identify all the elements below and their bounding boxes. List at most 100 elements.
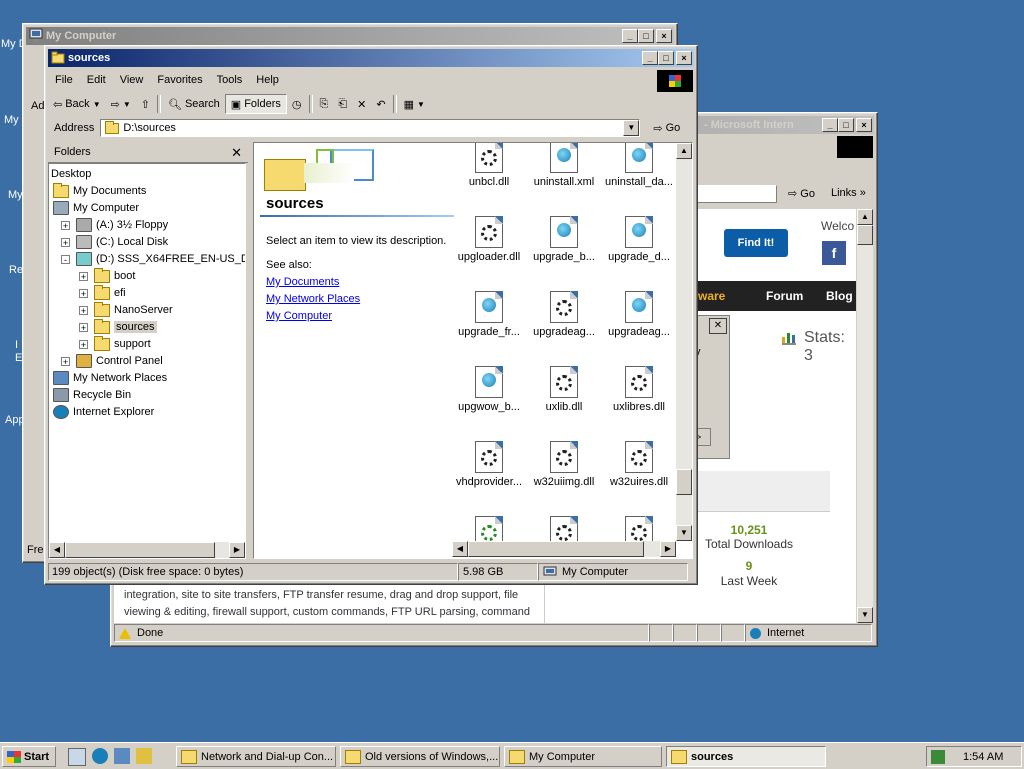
up-folder-button[interactable]: ⇧ bbox=[136, 94, 155, 114]
find-it-button[interactable]: Find It! bbox=[724, 229, 788, 257]
nav-forum[interactable]: Forum bbox=[766, 289, 803, 303]
expand-icon[interactable]: + bbox=[79, 271, 88, 281]
tree-item[interactable]: + efi bbox=[79, 284, 126, 301]
chevron-down-icon[interactable]: ▼ bbox=[93, 100, 101, 109]
file-name[interactable]: upgradeag... bbox=[599, 326, 674, 338]
expand-icon[interactable]: + bbox=[79, 322, 88, 332]
dll-file-icon[interactable] bbox=[475, 441, 503, 473]
dll-file-icon[interactable] bbox=[625, 441, 653, 473]
taskbar-button[interactable]: Network and Dial-up Con... bbox=[176, 746, 336, 767]
show-desktop-icon[interactable] bbox=[68, 748, 86, 766]
scroll-down-button[interactable]: ▼ bbox=[857, 607, 873, 623]
tree-item[interactable]: + boot bbox=[79, 267, 135, 284]
scroll-right-button[interactable]: ▶ bbox=[660, 541, 676, 557]
ie-address-dropdown[interactable] bbox=[697, 185, 777, 203]
copy-to-button[interactable]: ⎗ bbox=[333, 94, 352, 114]
dll-file-icon[interactable] bbox=[550, 441, 578, 473]
tree-item[interactable]: Internet Explorer bbox=[53, 404, 154, 420]
close-button[interactable]: × bbox=[676, 51, 692, 65]
xml-file-icon[interactable] bbox=[550, 216, 578, 248]
tree-item[interactable]: + support bbox=[79, 335, 151, 352]
file-name[interactable]: uxlibres.dll bbox=[599, 401, 674, 413]
desktop-icon-label[interactable]: My bbox=[4, 114, 19, 126]
expand-icon[interactable]: + bbox=[61, 237, 70, 247]
file-name[interactable]: uninstall.xml bbox=[524, 176, 604, 188]
file-name[interactable]: upgrade_fr... bbox=[452, 326, 529, 338]
search-button[interactable]: 🔍︎ Search bbox=[163, 94, 225, 114]
tree-item[interactable]: + sources bbox=[79, 318, 157, 335]
ie-go-button[interactable]: ⇨ Go bbox=[788, 187, 815, 200]
content-horizontal-scrollbar[interactable]: ◀ ▶ bbox=[452, 541, 676, 557]
tree-item[interactable]: + NanoServer bbox=[79, 301, 173, 318]
desktop-icon-label[interactable]: I bbox=[15, 339, 18, 351]
move-to-button[interactable]: ⎘ bbox=[315, 94, 334, 114]
popup-close-icon[interactable]: ✕ bbox=[709, 318, 727, 334]
scroll-thumb[interactable] bbox=[468, 541, 644, 557]
tree-item[interactable]: + (A:) 3½ Floppy bbox=[61, 217, 168, 233]
menu-favorites[interactable]: Favorites bbox=[150, 74, 209, 86]
scroll-right-button[interactable]: ▶ bbox=[229, 542, 245, 558]
menu-help[interactable]: Help bbox=[249, 74, 286, 86]
close-icon[interactable]: ✕ bbox=[231, 145, 242, 161]
expand-icon[interactable]: + bbox=[79, 305, 88, 315]
tree-item[interactable]: + Control Panel bbox=[61, 353, 163, 369]
chevron-down-icon[interactable]: ▼ bbox=[123, 100, 131, 109]
nav-software[interactable]: tware bbox=[694, 289, 725, 303]
chevron-down-icon[interactable]: ▼ bbox=[417, 100, 425, 109]
scroll-up-button[interactable]: ▲ bbox=[676, 143, 692, 159]
file-name[interactable]: unbcl.dll bbox=[452, 176, 529, 188]
menu-view[interactable]: View bbox=[113, 74, 151, 86]
minimize-button[interactable]: _ bbox=[822, 118, 838, 132]
tree-item[interactable]: Desktop bbox=[51, 166, 91, 182]
link-my-computer[interactable]: My Computer bbox=[266, 310, 332, 322]
sources-title-bar[interactable]: sources _ □ × bbox=[48, 49, 694, 67]
close-button[interactable]: × bbox=[856, 118, 872, 132]
file-name[interactable]: vhdprovider... bbox=[452, 476, 529, 488]
xml-file-icon[interactable] bbox=[550, 143, 578, 173]
scroll-up-button[interactable]: ▲ bbox=[857, 209, 873, 225]
undo-button[interactable]: ↶ bbox=[371, 94, 390, 114]
start-button[interactable]: Start bbox=[2, 746, 56, 767]
dll-file-icon[interactable] bbox=[550, 516, 578, 541]
dll-file-icon[interactable] bbox=[625, 366, 653, 398]
folder-content-pane[interactable]: sources Select an item to view its descr… bbox=[253, 142, 693, 559]
back-button[interactable]: ⇦ Back ▼ bbox=[48, 94, 106, 114]
outlook-icon[interactable] bbox=[114, 748, 130, 764]
tree-item[interactable]: My Network Places bbox=[53, 370, 167, 386]
tree-item[interactable]: Recycle Bin bbox=[53, 387, 131, 403]
delete-button[interactable]: ✕ bbox=[352, 94, 371, 114]
minimize-button[interactable]: _ bbox=[622, 29, 638, 43]
menu-edit[interactable]: Edit bbox=[80, 74, 113, 86]
dll-file-icon[interactable] bbox=[550, 291, 578, 323]
scroll-down-button[interactable]: ▼ bbox=[676, 525, 692, 541]
expand-icon[interactable]: + bbox=[61, 220, 70, 230]
link-my-documents[interactable]: My Documents bbox=[266, 276, 339, 288]
address-dropdown-button[interactable]: ▼ bbox=[623, 120, 640, 136]
scroll-thumb[interactable] bbox=[65, 542, 215, 558]
scroll-left-button[interactable]: ◀ bbox=[452, 541, 468, 557]
taskbar-button[interactable]: Old versions of Windows,... bbox=[340, 746, 500, 767]
xml-file-icon[interactable] bbox=[475, 366, 503, 398]
folders-button[interactable]: ▣ Folders bbox=[224, 94, 287, 114]
expand-icon[interactable]: + bbox=[79, 339, 88, 349]
file-name[interactable]: upgloader.dll bbox=[452, 251, 529, 263]
desktop-icon-label[interactable]: My bbox=[8, 189, 23, 201]
facebook-icon[interactable]: f bbox=[822, 241, 846, 265]
dll-file-icon[interactable] bbox=[550, 366, 578, 398]
maximize-button[interactable]: □ bbox=[658, 51, 674, 65]
my-computer-title-bar[interactable]: My Computer _ □ × bbox=[26, 27, 674, 45]
tree-horizontal-scrollbar[interactable]: ◀ ▶ bbox=[49, 542, 245, 558]
menu-tools[interactable]: Tools bbox=[210, 74, 250, 86]
expand-icon[interactable]: + bbox=[61, 356, 70, 366]
tree-item[interactable]: + (C:) Local Disk bbox=[61, 234, 168, 250]
taskbar-button[interactable]: sources bbox=[666, 746, 826, 767]
scroll-thumb[interactable] bbox=[857, 225, 873, 245]
xml-file-icon[interactable] bbox=[625, 291, 653, 323]
sources-window[interactable]: sources _ □ × File Edit View Favorites T… bbox=[44, 45, 698, 585]
ie-icon[interactable] bbox=[92, 748, 108, 764]
network-tray-icon[interactable] bbox=[931, 749, 945, 764]
media-player-icon[interactable] bbox=[136, 748, 152, 764]
history-button[interactable]: ◷ bbox=[287, 94, 307, 114]
file-name[interactable]: uxlib.dll bbox=[524, 401, 604, 413]
scroll-left-button[interactable]: ◀ bbox=[49, 542, 65, 558]
